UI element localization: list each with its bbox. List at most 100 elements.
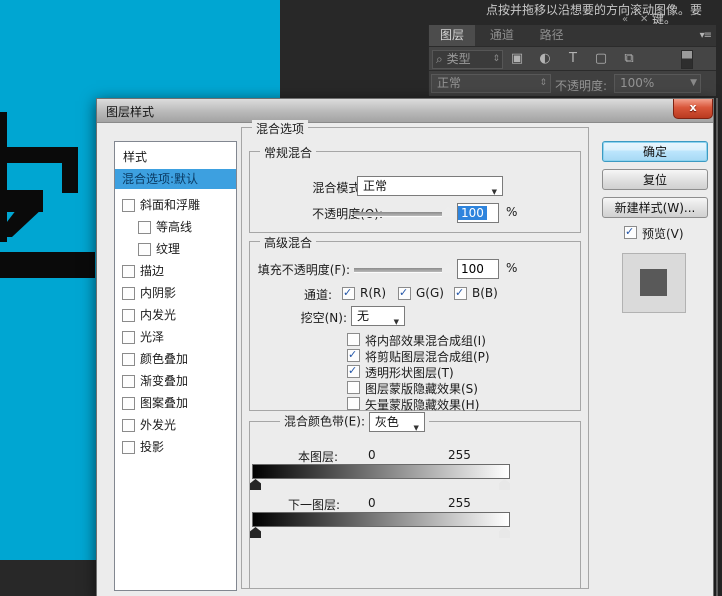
- list-item-label: 光泽: [140, 330, 164, 344]
- checkbox[interactable]: [624, 226, 637, 239]
- updown-arrows-icon: ⇕: [539, 75, 547, 92]
- list-item-label: 等高线: [156, 220, 192, 234]
- type-filter-icon[interactable]: T: [562, 49, 584, 68]
- underlying-layer-white-marker[interactable]: [499, 527, 510, 538]
- fill-opacity-value-field[interactable]: 100: [457, 259, 499, 279]
- list-item-blending-options[interactable]: 混合选项:默认: [115, 169, 236, 189]
- checkbox[interactable]: [398, 287, 411, 300]
- smart-object-filter-icon[interactable]: ⧉: [618, 49, 640, 68]
- list-item-texture[interactable]: 纹理: [115, 238, 236, 260]
- checkbox[interactable]: [347, 381, 360, 394]
- dropdown-arrow-icon: ▼: [413, 419, 418, 437]
- checkbox[interactable]: [122, 309, 135, 322]
- tab-paths[interactable]: 路径: [529, 25, 575, 46]
- checkbox[interactable]: [347, 365, 360, 378]
- reset-button[interactable]: 复位: [602, 169, 708, 190]
- checkbox[interactable]: [122, 375, 135, 388]
- list-item-color-overlay[interactable]: 颜色叠加: [115, 348, 236, 370]
- checkbox[interactable]: [122, 419, 135, 432]
- dialog-title-bar[interactable]: 图层样式 x: [97, 99, 713, 123]
- layer-opacity-label: 不透明度:: [555, 77, 607, 94]
- option-blend-clipped[interactable]: 将剪贴图层混合成组(P): [347, 348, 490, 365]
- opacity-value-field[interactable]: 100: [457, 203, 499, 223]
- opacity-slider[interactable]: [354, 212, 450, 217]
- checkbox[interactable]: [122, 441, 135, 454]
- list-item-contour[interactable]: 等高线: [115, 216, 236, 238]
- pixel-filter-icon[interactable]: ▣: [506, 49, 528, 68]
- layers-panel: 图层 通道 路径 ▾≡ ⌕ 类型 ⇕ ▣ ◐ T ▢ ⧉ 正常 ⇕ 不透明度:: [428, 25, 716, 95]
- this-layer-gradient-bar[interactable]: [252, 464, 510, 479]
- panel-menu-icon[interactable]: ▾≡: [700, 30, 711, 41]
- layer-blend-row: 正常 ⇕ 不透明度: 100% ▼: [429, 70, 716, 96]
- list-item-gradient-overlay[interactable]: 渐变叠加: [115, 370, 236, 392]
- list-item-satin[interactable]: 光泽: [115, 326, 236, 348]
- layer-opacity-dropdown[interactable]: 100% ▼: [614, 74, 701, 93]
- filter-type-dropdown[interactable]: ⌕ 类型 ⇕: [432, 50, 503, 69]
- checkbox[interactable]: [122, 397, 135, 410]
- right-edge-divider: [716, 98, 718, 596]
- blend-if-channel-dropdown[interactable]: 灰色 ▼: [369, 412, 425, 432]
- checkbox[interactable]: [454, 287, 467, 300]
- blend-mode-dropdown[interactable]: 正常 ▼: [357, 176, 503, 196]
- fill-opacity-slider-thumb[interactable]: [442, 262, 454, 273]
- checkbox[interactable]: [138, 221, 151, 234]
- adjustment-filter-icon[interactable]: ◐: [534, 49, 556, 68]
- list-item-inner-shadow[interactable]: 内阴影: [115, 282, 236, 304]
- checkbox[interactable]: [122, 199, 135, 212]
- checkbox[interactable]: [122, 353, 135, 366]
- list-item-label: 渐变叠加: [140, 374, 188, 388]
- ok-button[interactable]: 确定: [602, 141, 708, 162]
- option-layer-mask-hides[interactable]: 图层蒙版隐藏效果(S): [347, 380, 478, 397]
- checkbox[interactable]: [347, 349, 360, 362]
- filter-toggle-icon[interactable]: [681, 50, 693, 69]
- channel-r-checkbox[interactable]: R(R): [342, 286, 386, 300]
- new-style-button[interactable]: 新建样式(W)...: [602, 197, 708, 218]
- list-item-drop-shadow[interactable]: 投影: [115, 436, 236, 458]
- list-item-inner-glow[interactable]: 内发光: [115, 304, 236, 326]
- fill-opacity-slider[interactable]: [354, 268, 450, 273]
- layer-style-dialog: 图层样式 x 样式 混合选项:默认 斜面和浮雕 等高线 纹理 描边 内阴影 内发…: [96, 98, 714, 596]
- underlying-layer-max: 255: [448, 496, 471, 510]
- list-item-label: 纹理: [156, 242, 180, 256]
- underlying-layer-black-marker[interactable]: [250, 527, 261, 538]
- option-transparency-shapes[interactable]: 透明形状图层(T): [347, 364, 454, 381]
- this-layer-white-marker[interactable]: [499, 479, 510, 490]
- blend-if-legend: 混合颜色带(E): 灰色 ▼: [280, 412, 429, 432]
- tab-channels[interactable]: 通道: [479, 25, 525, 46]
- checkbox[interactable]: [347, 397, 360, 410]
- option-label: 将内部效果混合成组(I): [365, 334, 486, 348]
- checkbox[interactable]: [122, 331, 135, 344]
- option-blend-interior[interactable]: 将内部效果混合成组(I): [347, 332, 486, 349]
- underlying-layer-gradient-bar[interactable]: [252, 512, 510, 527]
- checkbox[interactable]: [347, 333, 360, 346]
- collapse-panels-icon[interactable]: «: [622, 15, 628, 25]
- layer-blend-mode-value: 正常: [437, 76, 461, 90]
- checkbox[interactable]: [138, 243, 151, 256]
- dropdown-arrow-icon: ▼: [492, 183, 497, 201]
- close-button[interactable]: x: [673, 99, 713, 119]
- checkbox[interactable]: [342, 287, 355, 300]
- blend-if-channel-value: 灰色: [375, 415, 399, 429]
- shape-filter-icon[interactable]: ▢: [590, 49, 612, 68]
- knockout-label: 挖空(N):: [270, 309, 347, 326]
- layer-blend-mode-dropdown[interactable]: 正常 ⇕: [431, 74, 551, 93]
- close-panel-icon[interactable]: ✕: [640, 15, 648, 25]
- checkbox[interactable]: [122, 287, 135, 300]
- filter-type-label: 类型: [447, 52, 471, 66]
- list-item-stroke[interactable]: 描边: [115, 260, 236, 282]
- opacity-slider-thumb[interactable]: [442, 206, 454, 217]
- checkbox[interactable]: [122, 265, 135, 278]
- channel-b-checkbox[interactable]: B(B): [454, 286, 498, 300]
- option-vector-mask-hides[interactable]: 矢量蒙版隐藏效果(H): [347, 396, 479, 413]
- channel-g-checkbox[interactable]: G(G): [398, 286, 444, 300]
- this-layer-black-marker[interactable]: [250, 479, 261, 490]
- tab-layers[interactable]: 图层: [429, 25, 475, 46]
- list-item-label: 描边: [140, 264, 164, 278]
- list-item-outer-glow[interactable]: 外发光: [115, 414, 236, 436]
- list-item-bevel-emboss[interactable]: 斜面和浮雕: [115, 194, 236, 216]
- styles-list: 样式 混合选项:默认 斜面和浮雕 等高线 纹理 描边 内阴影 内发光 光泽 颜色…: [114, 141, 237, 591]
- list-item-pattern-overlay[interactable]: 图案叠加: [115, 392, 236, 414]
- fill-opacity-unit: %: [506, 261, 517, 275]
- preview-checkbox-row[interactable]: 预览(V): [624, 225, 684, 242]
- knockout-dropdown[interactable]: 无 ▼: [351, 306, 405, 326]
